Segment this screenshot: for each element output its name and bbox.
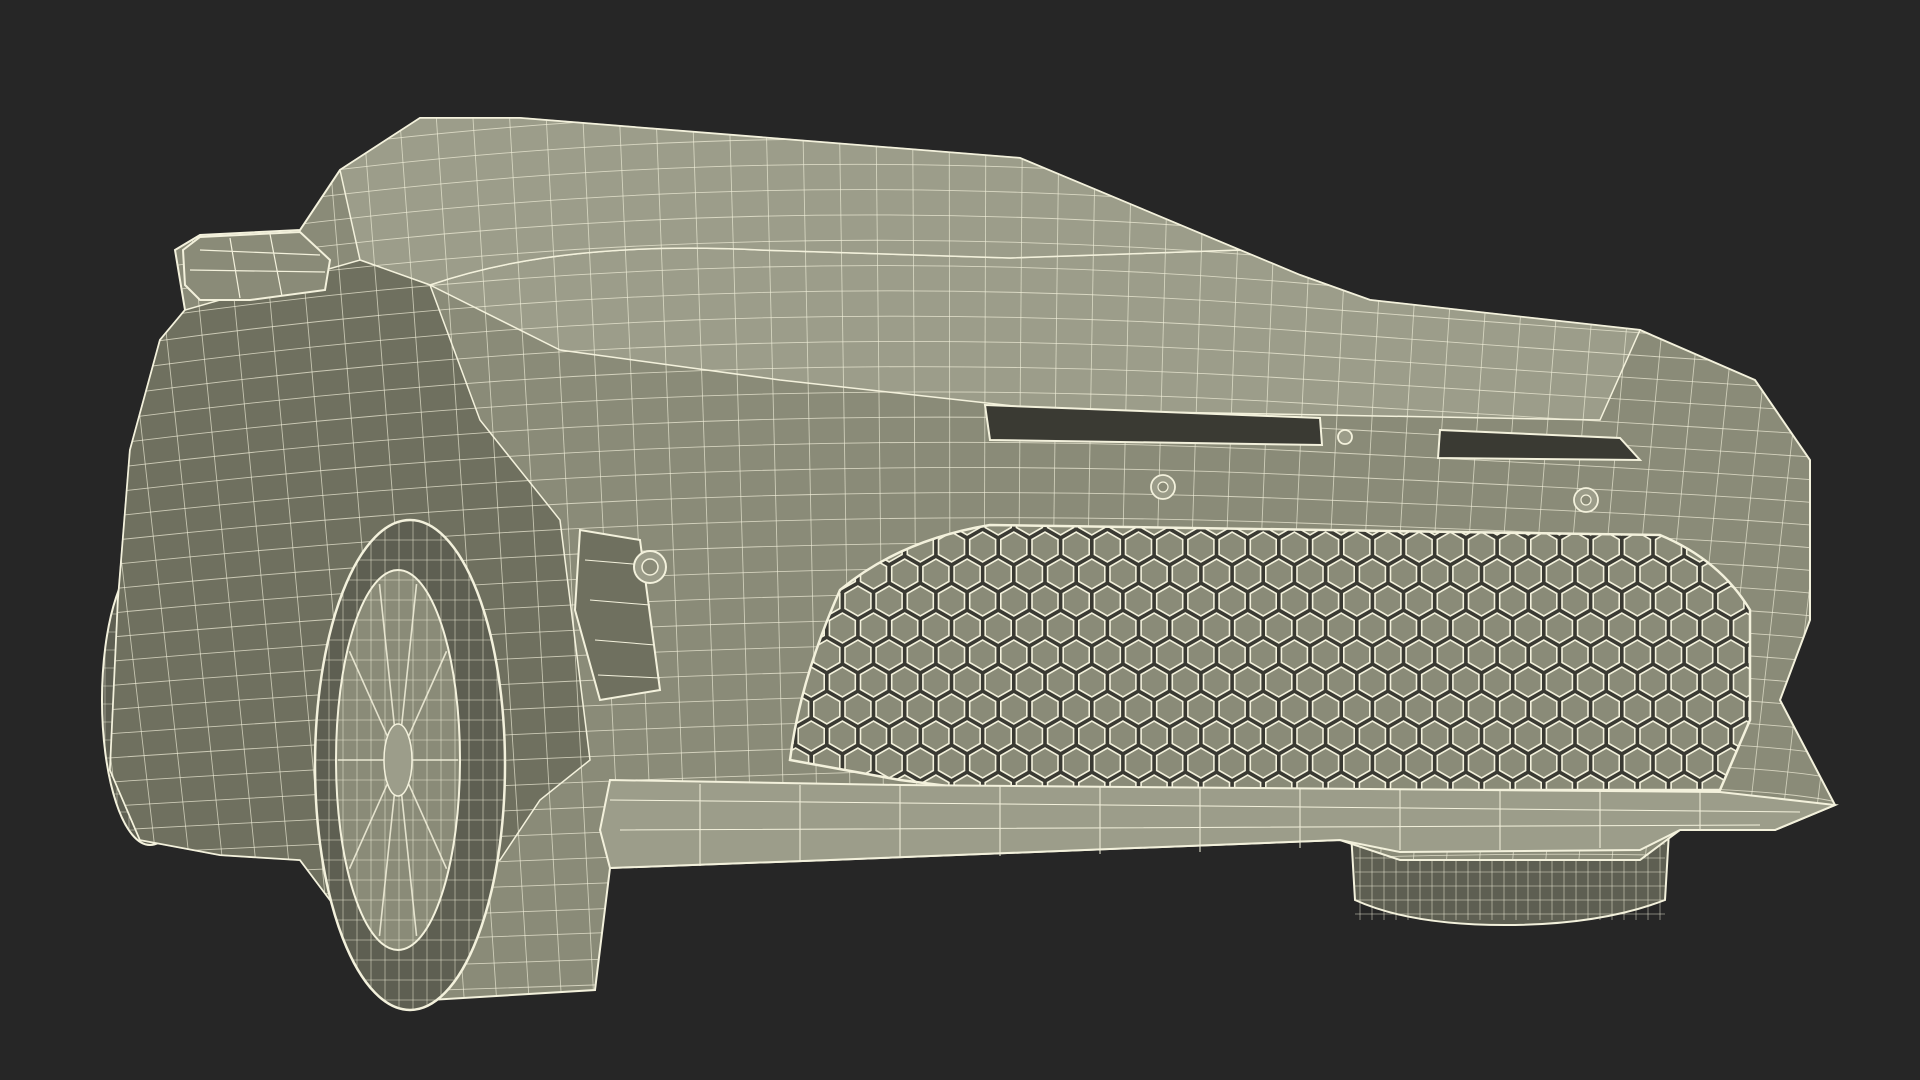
fog-light-icon <box>633 550 667 584</box>
sensor-icon <box>1337 429 1353 445</box>
side-mirror <box>181 230 332 301</box>
render-viewport <box>0 0 1920 1080</box>
sensor-icon <box>1573 487 1599 513</box>
sensor-icon <box>1150 474 1176 500</box>
car-wireframe-render <box>101 117 1839 1012</box>
